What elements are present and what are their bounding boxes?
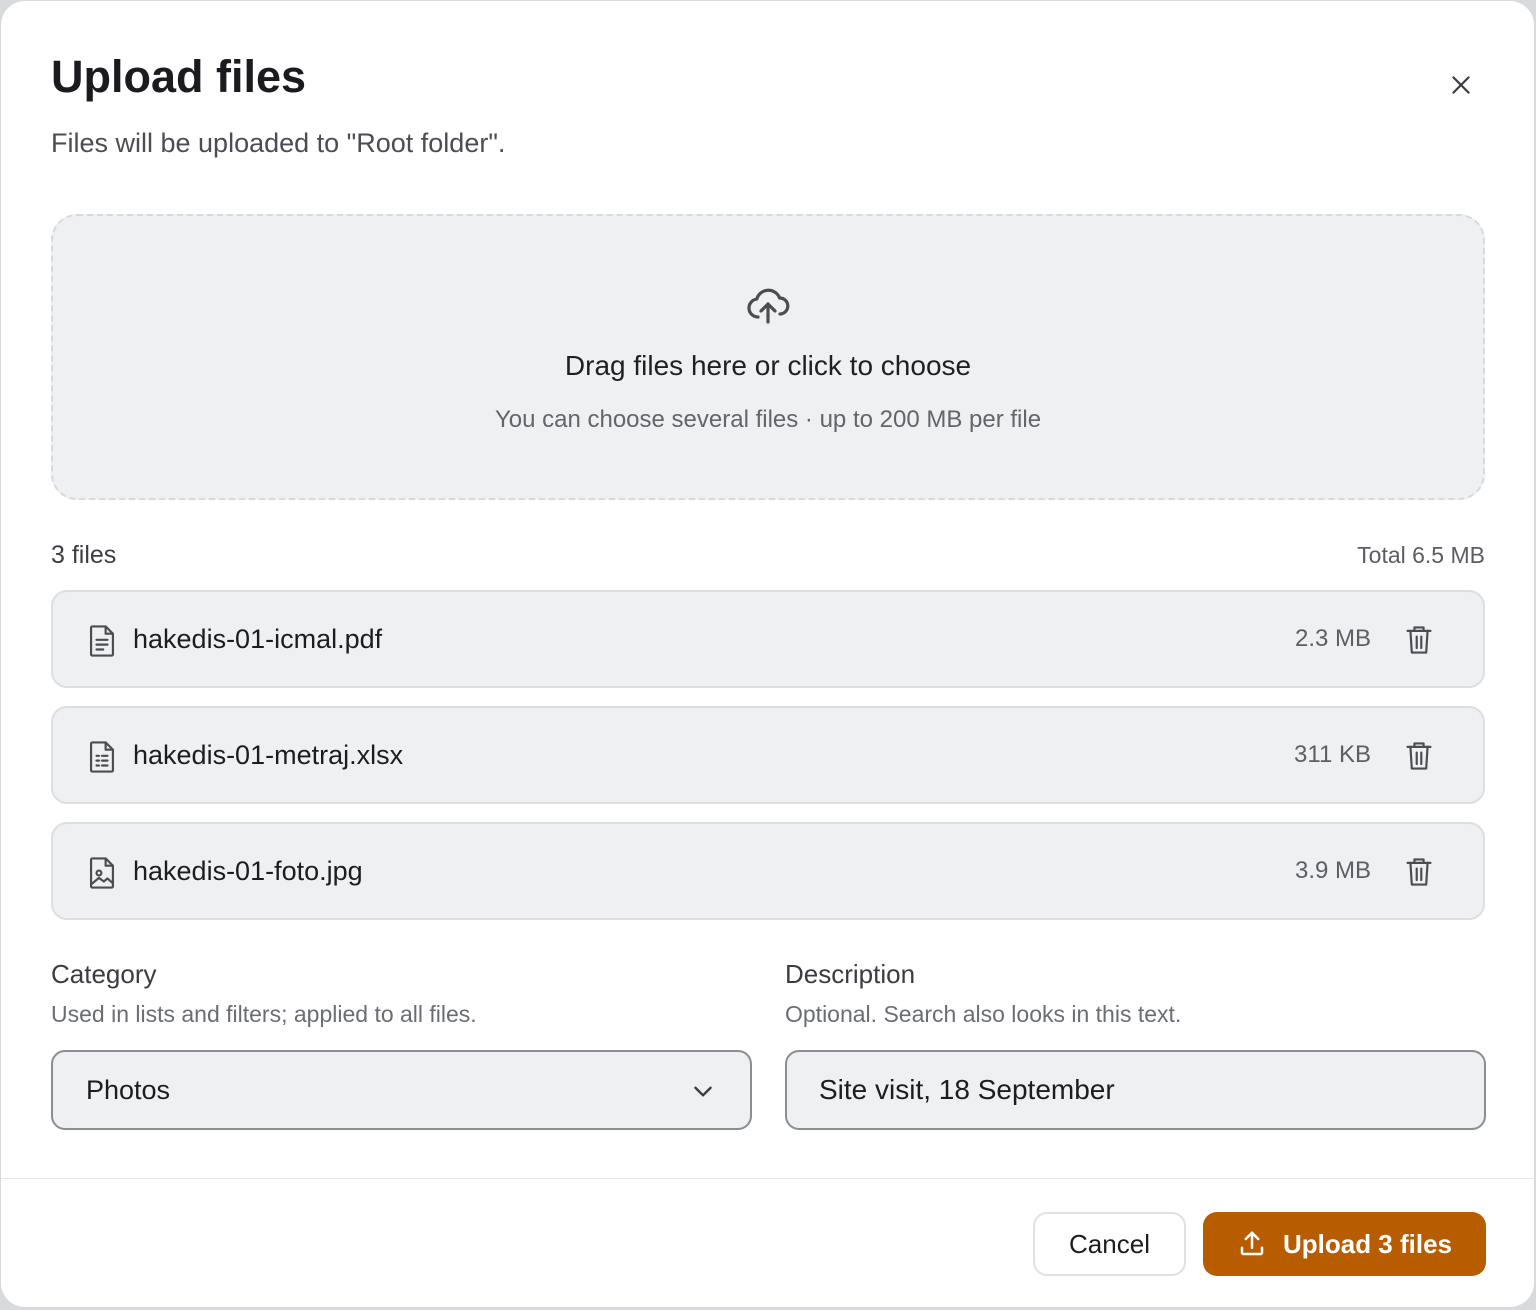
upload-dialog: Upload files Files will be uploaded to "… xyxy=(1,1,1534,1307)
file-row: hakedis-01-metraj.xlsx 311 KB xyxy=(51,706,1485,804)
trash-icon xyxy=(1406,858,1432,886)
category-label: Category xyxy=(51,959,157,989)
dialog-title: Upload files xyxy=(51,51,307,102)
category-selected-value: Photos xyxy=(86,1075,171,1105)
upload-button[interactable]: Upload 3 files xyxy=(1203,1212,1486,1276)
files-count: 3 files xyxy=(51,541,117,569)
description-field: Description Optional. Search also looks … xyxy=(785,956,1486,1130)
trash-icon xyxy=(1406,742,1432,770)
dropzone-hint: You can choose several files · up to 200… xyxy=(494,406,1042,433)
file-size: 2.3 MB xyxy=(1294,625,1371,652)
close-icon xyxy=(1452,76,1470,94)
file-row: hakedis-01-foto.jpg 3.9 MB xyxy=(51,822,1485,920)
file-text-icon xyxy=(89,625,115,657)
cancel-button[interactable]: Cancel xyxy=(1033,1212,1186,1276)
upload-icon xyxy=(1240,1231,1264,1256)
upload-button-label: Upload 3 files xyxy=(1282,1228,1453,1259)
files-summary: 3 files Total 6.5 MB xyxy=(51,537,1485,573)
trash-icon xyxy=(1406,626,1432,654)
close-button[interactable] xyxy=(1441,65,1481,105)
description-input[interactable] xyxy=(785,1050,1486,1130)
footer-divider xyxy=(1,1178,1534,1179)
file-row: hakedis-01-icmal.pdf 2.3 MB xyxy=(51,590,1485,688)
file-size: 3.9 MB xyxy=(1294,857,1371,884)
file-dropzone[interactable]: Drag files here or click to choose You c… xyxy=(51,214,1485,500)
remove-file-button[interactable] xyxy=(1401,622,1437,658)
dialog-subtitle: Files will be uploaded to "Root folder". xyxy=(51,128,506,158)
file-spreadsheet-icon xyxy=(89,741,115,773)
file-image-icon xyxy=(89,857,115,889)
file-size: 311 KB xyxy=(1294,741,1371,768)
description-help: Optional. Search also looks in this text… xyxy=(785,1001,1182,1027)
description-label: Description xyxy=(785,959,916,989)
cloud-upload-icon xyxy=(747,288,790,324)
remove-file-button[interactable] xyxy=(1401,854,1437,890)
dialog-header: Upload files Files will be uploaded to "… xyxy=(51,49,1484,161)
file-name: hakedis-01-metraj.xlsx xyxy=(133,740,404,770)
files-total-size: Total 6.5 MB xyxy=(1357,542,1485,568)
category-select[interactable]: Photos xyxy=(51,1050,752,1130)
category-help: Used in lists and filters; applied to al… xyxy=(51,1001,477,1027)
remove-file-button[interactable] xyxy=(1401,738,1437,774)
file-name: hakedis-01-foto.jpg xyxy=(133,856,363,886)
chevron-down-icon xyxy=(694,1086,712,1097)
dropzone-title: Drag files here or click to choose xyxy=(564,350,972,381)
file-name: hakedis-01-icmal.pdf xyxy=(133,624,383,654)
category-field: Category Used in lists and filters; appl… xyxy=(51,956,752,1130)
